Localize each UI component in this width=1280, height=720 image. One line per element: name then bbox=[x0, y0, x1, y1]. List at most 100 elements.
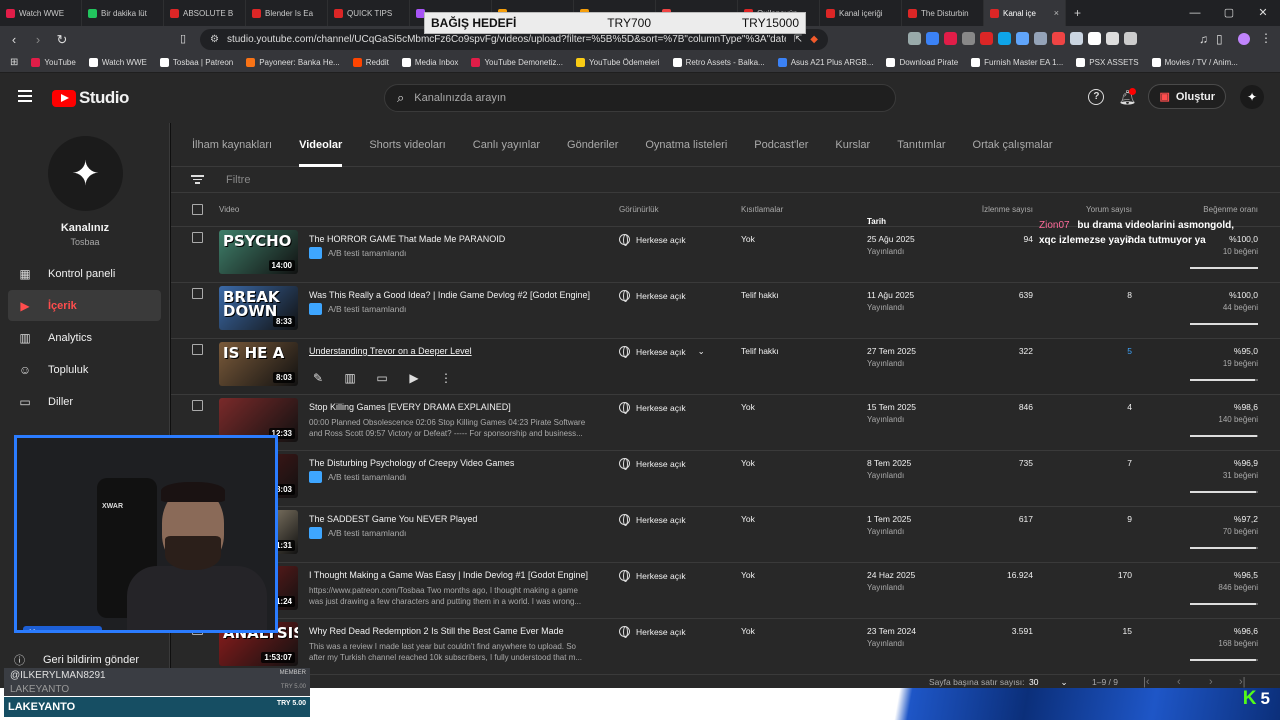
extension-icon[interactable] bbox=[1052, 32, 1065, 45]
tab-6[interactable]: Podcast'ler bbox=[754, 123, 808, 167]
col-visibility[interactable]: Görünürlük bbox=[619, 205, 659, 214]
visibility-status[interactable]: Herkese açık bbox=[619, 514, 686, 526]
bookmark-item[interactable]: Asus A21 Plus ARGB... bbox=[777, 58, 873, 67]
browser-tab[interactable]: Watch WWE bbox=[0, 0, 82, 26]
bookmark-item[interactable]: Furnish Master EA 1... bbox=[971, 58, 1063, 67]
channel-search-input[interactable]: ⌕ Kanalınızda arayın bbox=[384, 84, 896, 112]
bookmark-icon[interactable]: ▯ bbox=[180, 32, 186, 45]
chevron-down-icon[interactable]: ⌄ bbox=[698, 346, 705, 357]
more-options-icon[interactable]: ⋮ bbox=[437, 369, 455, 387]
browser-tab[interactable]: Kanal içeriği bbox=[820, 0, 902, 26]
sidebar-item-community[interactable]: ☺ Topluluk bbox=[8, 354, 161, 385]
table-row[interactable]: ANALYSIS 1:53:07 Why Red Dead Redemption 2… bbox=[171, 619, 1280, 675]
visibility-status[interactable]: Herkese açık bbox=[619, 290, 686, 302]
video-thumbnail[interactable]: PSYCHO 14:00 bbox=[219, 230, 298, 274]
prev-page-icon[interactable]: ‹ bbox=[1177, 676, 1181, 688]
visibility-status[interactable]: Herkese açık ⌄ bbox=[619, 346, 705, 358]
comment-count[interactable]: 5 bbox=[1127, 346, 1132, 356]
tab-3[interactable]: Canlı yayınlar bbox=[473, 123, 540, 167]
youtube-icon[interactable]: ▶ bbox=[405, 369, 423, 387]
video-title[interactable]: Was This Really a Good Idea? | Indie Gam… bbox=[309, 290, 590, 300]
music-icon[interactable]: ♫ bbox=[1199, 32, 1208, 46]
bookmark-item[interactable]: Movies / TV / Anim... bbox=[1151, 58, 1238, 67]
filter-icon[interactable] bbox=[191, 173, 204, 186]
bookmark-item[interactable]: Tosbaa | Patreon bbox=[159, 58, 233, 67]
bookmark-item[interactable]: YouTube Ödemeleri bbox=[576, 58, 660, 67]
menu-icon[interactable]: ⋮ bbox=[1260, 31, 1272, 45]
channel-avatar[interactable]: ✦ bbox=[48, 136, 123, 211]
account-avatar[interactable]: ✦ bbox=[1240, 84, 1264, 109]
table-row[interactable]: 1:24 I Thought Making a Game Was Easy | I… bbox=[171, 563, 1280, 619]
close-tab-icon[interactable]: × bbox=[1054, 8, 1059, 18]
visibility-status[interactable]: Herkese açık bbox=[619, 626, 686, 638]
filter-bar[interactable]: Filtre bbox=[171, 167, 1280, 193]
bookmark-item[interactable]: YouTube Demonetiz... bbox=[471, 58, 563, 67]
video-thumbnail[interactable]: BREAK DOWN 8:33 bbox=[219, 286, 298, 330]
bookmark-item[interactable]: Media Inbox bbox=[401, 58, 458, 67]
create-button[interactable]: ▣ Oluştur bbox=[1148, 84, 1226, 109]
row-checkbox[interactable] bbox=[192, 400, 203, 411]
table-row[interactable]: IS HE A 8:03 Understanding Trevor on a Dee… bbox=[171, 339, 1280, 395]
col-likes[interactable]: Beğenme oranı bbox=[1203, 205, 1258, 214]
visibility-status[interactable]: Herkese açık bbox=[619, 402, 686, 414]
extension-icon[interactable] bbox=[944, 32, 957, 45]
profile-icon[interactable] bbox=[1238, 33, 1250, 45]
extension-icon[interactable] bbox=[1034, 32, 1047, 45]
tab-1[interactable]: Videolar bbox=[299, 123, 343, 167]
bookmark-item[interactable]: Download Pirate bbox=[886, 58, 958, 67]
help-icon[interactable]: ? bbox=[1088, 88, 1105, 105]
col-comments[interactable]: Yorum sayısı bbox=[1086, 205, 1132, 214]
extension-icon[interactable] bbox=[1124, 32, 1137, 45]
reload-icon[interactable]: ↻ bbox=[52, 32, 72, 48]
comments-icon[interactable]: ▭ bbox=[373, 369, 391, 387]
site-info-icon[interactable]: ⚙ bbox=[210, 34, 219, 45]
minimize-icon[interactable]: — bbox=[1178, 0, 1212, 26]
sidebar-item-content[interactable]: ▶ İçerik bbox=[8, 290, 161, 321]
share-icon[interactable]: ⇱ bbox=[794, 34, 802, 45]
bookmark-item[interactable]: PSX ASSETS bbox=[1076, 58, 1139, 67]
maximize-icon[interactable]: ▢ bbox=[1212, 0, 1246, 26]
sidebar-item-dashboard[interactable]: ▦ Kontrol paneli bbox=[8, 258, 161, 289]
extension-icon[interactable] bbox=[1088, 32, 1101, 45]
extension-icon[interactable] bbox=[980, 32, 993, 45]
table-row[interactable]: 12:33 Stop Killing Games [EVERY DRAMA EXP… bbox=[171, 395, 1280, 451]
sidebar-item-languages[interactable]: ▭ Diller bbox=[8, 386, 161, 417]
extension-icon[interactable] bbox=[1016, 32, 1029, 45]
video-title[interactable]: I Thought Making a Game Was Easy | Indie… bbox=[309, 570, 588, 580]
row-checkbox[interactable] bbox=[192, 232, 203, 243]
video-title[interactable]: Why Red Dead Redemption 2 Is Still the B… bbox=[309, 626, 564, 636]
video-title[interactable]: The HORROR GAME That Made Me PARANOID bbox=[309, 234, 505, 244]
sidepanel-icon[interactable]: ▯ bbox=[1216, 32, 1223, 46]
rows-per-page-select[interactable]: 30 ⌄ bbox=[1029, 677, 1068, 688]
video-title[interactable]: The SADDEST Game You NEVER Played bbox=[309, 514, 477, 524]
next-page-icon[interactable]: › bbox=[1209, 676, 1213, 688]
tab-4[interactable]: Gönderiler bbox=[567, 123, 618, 167]
forward-icon[interactable]: › bbox=[28, 32, 48, 47]
extension-icon[interactable] bbox=[962, 32, 975, 45]
select-all-checkbox[interactable] bbox=[192, 204, 203, 215]
menu-hamburger-icon[interactable] bbox=[18, 90, 32, 102]
extension-icon[interactable] bbox=[1106, 32, 1119, 45]
extension-icon[interactable] bbox=[998, 32, 1011, 45]
video-title[interactable]: Stop Killing Games [EVERY DRAMA EXPLAINE… bbox=[309, 402, 511, 412]
browser-tab[interactable]: Bir dakika lüt bbox=[82, 0, 164, 26]
last-page-icon[interactable]: ›| bbox=[1239, 676, 1246, 688]
bookmark-item[interactable]: Payoneer: Banka He... bbox=[246, 58, 340, 67]
browser-tab[interactable]: QUICK TIPS bbox=[328, 0, 410, 26]
tab-5[interactable]: Oynatma listeleri bbox=[645, 123, 727, 167]
browser-tab[interactable]: Kanal içe × bbox=[984, 0, 1066, 26]
apps-icon[interactable]: ⊞ bbox=[10, 57, 18, 68]
analytics-icon[interactable]: ▥ bbox=[341, 369, 359, 387]
tab-0[interactable]: İlham kaynakları bbox=[192, 123, 272, 167]
video-title[interactable]: Understanding Trevor on a Deeper Level bbox=[309, 346, 472, 356]
browser-tab[interactable]: The Disturbin bbox=[902, 0, 984, 26]
sidebar-item-analytics[interactable]: ▥ Analytics bbox=[8, 322, 161, 353]
send-feedback-button[interactable]: ⓘ Geri bildirim gönder bbox=[14, 652, 139, 668]
row-checkbox[interactable] bbox=[192, 288, 203, 299]
edit-icon[interactable]: ✎ bbox=[309, 369, 327, 387]
browser-tab[interactable]: ABSOLUTE B bbox=[164, 0, 246, 26]
back-icon[interactable]: ‹ bbox=[4, 32, 24, 47]
extension-icon[interactable] bbox=[908, 32, 921, 45]
col-restrictions[interactable]: Kısıtlamalar bbox=[741, 205, 783, 214]
tab-2[interactable]: Shorts videoları bbox=[369, 123, 445, 167]
